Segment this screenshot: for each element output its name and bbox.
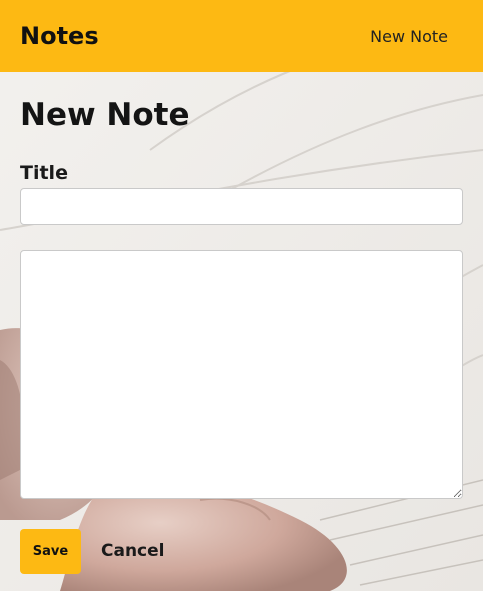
top-navbar: Notes New Note — [0, 0, 483, 72]
brand-link[interactable]: Notes — [20, 21, 99, 51]
page-title: New Note — [20, 97, 190, 133]
title-input[interactable] — [20, 188, 463, 225]
note-body-textarea[interactable] — [20, 250, 463, 499]
new-note-form: New Note Title Save Cancel — [0, 72, 483, 591]
save-button[interactable]: Save — [20, 529, 81, 574]
cancel-link[interactable]: Cancel — [101, 540, 164, 562]
title-label: Title — [20, 162, 68, 184]
nav-new-note-link[interactable]: New Note — [370, 27, 448, 47]
